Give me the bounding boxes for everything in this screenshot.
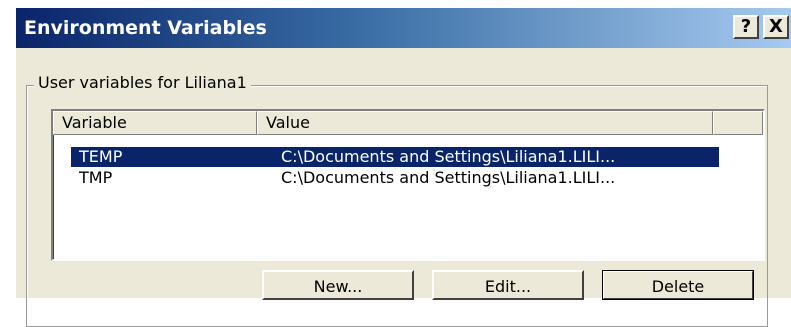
- list-row-temp[interactable]: TEMP C:\Documents and Settings\Liliana1.…: [71, 147, 719, 167]
- title-buttons: ? X: [733, 15, 789, 39]
- row-variable: TMP: [79, 168, 113, 187]
- new-button[interactable]: New...: [262, 270, 414, 300]
- column-header-variable[interactable]: Variable: [53, 111, 257, 135]
- column-header-filler: [713, 111, 763, 135]
- column-header-value[interactable]: Value: [257, 111, 713, 135]
- list-header: Variable Value: [53, 111, 763, 135]
- row-variable: TEMP: [79, 147, 123, 166]
- close-button[interactable]: X: [763, 15, 789, 39]
- title-bar: Environment Variables ? X: [16, 8, 791, 48]
- edit-button[interactable]: Edit...: [432, 270, 584, 300]
- row-value: C:\Documents and Settings\Liliana1.LILI.…: [281, 147, 616, 166]
- help-button[interactable]: ?: [733, 15, 759, 39]
- list-row-tmp[interactable]: TMP C:\Documents and Settings\Liliana1.L…: [71, 168, 719, 188]
- user-variables-group-label: User variables for Liliana1: [34, 73, 251, 92]
- dialog-title: Environment Variables: [24, 17, 267, 39]
- delete-button[interactable]: Delete: [602, 270, 754, 300]
- row-value: C:\Documents and Settings\Liliana1.LILI.…: [281, 168, 616, 187]
- user-variables-list[interactable]: Variable Value TEMP C:\Documents and Set…: [51, 109, 765, 261]
